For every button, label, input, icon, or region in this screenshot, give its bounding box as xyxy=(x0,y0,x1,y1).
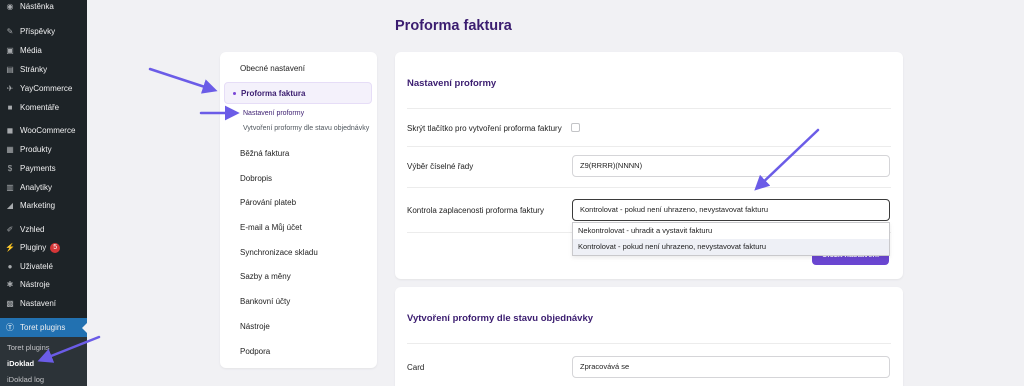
nav-item-proforma[interactable]: Proforma faktura xyxy=(224,82,372,104)
sidebar-item-products[interactable]: ▦ Produkty xyxy=(0,140,87,159)
sidebar-item-tools[interactable]: ✱ Nástroje xyxy=(0,275,87,294)
sidebar-item-dashboard[interactable]: ◉ Nástěnka xyxy=(0,0,87,16)
submenu-idoklad-log[interactable]: iDoklad log xyxy=(7,375,44,384)
sidebar-item-woocommerce[interactable]: ◼ WooCommerce xyxy=(0,121,87,140)
plugin-update-badge: 5 xyxy=(50,242,61,253)
hide-button-label: Skrýt tlačítko pro vytvoření proforma fa… xyxy=(407,124,562,133)
hide-button-checkbox[interactable] xyxy=(571,123,580,132)
payment-check-dropdown: Nekontrolovat - uhradit a vystavit faktu… xyxy=(572,222,890,256)
divider xyxy=(407,187,891,188)
sidebar-item-comments[interactable]: ■ Komentáře xyxy=(0,98,87,117)
nav-item-rates-currencies[interactable]: Sazby a měny xyxy=(240,272,291,281)
settings-icon: ▩ xyxy=(6,299,14,308)
admin-sidebar: ◉ Nástěnka ✎ Příspěvky ▣ Média ▤ Stránky… xyxy=(0,0,87,386)
nav-item-regular-invoice[interactable]: Běžná faktura xyxy=(240,149,289,158)
sidebar-item-marketing[interactable]: ◢ Marketing xyxy=(0,196,87,215)
sidebar-item-appearance[interactable]: ✐ Vzhled xyxy=(0,220,87,239)
option-check[interactable]: Kontrolovat - pokud není uhrazeno, nevys… xyxy=(573,239,889,255)
users-icon: ● xyxy=(7,262,13,271)
marketing-icon: ◢ xyxy=(6,201,14,210)
sidebar-item-settings[interactable]: ▩ Nastavení xyxy=(0,294,87,313)
sidebar-item-users[interactable]: ● Uživatelé xyxy=(0,257,87,276)
woo-icon: ◼ xyxy=(6,126,14,135)
submenu-toret-plugins[interactable]: Toret plugins xyxy=(7,343,50,352)
analytics-icon: ▥ xyxy=(6,183,14,192)
divider xyxy=(407,108,891,109)
toret-icon: Ⓣ xyxy=(6,323,14,332)
nav-item-general[interactable]: Obecné nastavení xyxy=(240,64,305,73)
sidebar-item-pages[interactable]: ▤ Stránky xyxy=(0,60,87,79)
sidebar-item-toret-plugins[interactable]: Ⓣ Toret plugins xyxy=(0,318,87,337)
plugin-icon: ⚡ xyxy=(5,243,15,252)
submenu-idoklad[interactable]: iDoklad xyxy=(7,359,34,368)
dashboard-icon: ◉ xyxy=(6,2,14,11)
sidebar-item-analytics[interactable]: ▥ Analytiky xyxy=(0,178,87,197)
nav-item-credit-note[interactable]: Dobropis xyxy=(240,174,272,183)
nav-sub-proforma-settings[interactable]: Nastavení proformy xyxy=(243,110,304,117)
nav-item-payment-matching[interactable]: Párování plateb xyxy=(240,198,296,207)
payment-check-label: Kontrola zaplacenosti proforma faktury xyxy=(407,206,544,215)
option-no-check[interactable]: Nekontrolovat - uhradit a vystavit faktu… xyxy=(573,223,889,239)
pin-icon: ✎ xyxy=(6,27,14,36)
card-status-label: Card xyxy=(407,363,425,372)
number-series-label: Výběr číselné řady xyxy=(407,162,474,171)
sidebar-submenu: Toret plugins iDoklad iDoklad log xyxy=(0,337,87,386)
nav-item-bank-accounts[interactable]: Bankovní účty xyxy=(240,297,290,306)
nav-sub-proforma-by-status[interactable]: Vytvoření proformy dle stavu objednávky xyxy=(243,125,369,132)
yay-icon: ✈ xyxy=(6,84,14,93)
page-title: Proforma faktura xyxy=(395,18,512,34)
nav-item-support[interactable]: Podpora xyxy=(240,347,270,356)
wrench-icon: ✱ xyxy=(6,280,14,289)
divider xyxy=(407,343,891,344)
proforma-by-status-card: Vytvoření proformy dle stavu objednávky … xyxy=(395,287,903,386)
nav-item-stock-sync[interactable]: Synchronizace skladu xyxy=(240,248,318,257)
sidebar-item-plugins[interactable]: ⚡ Pluginy 5 xyxy=(0,238,87,257)
brush-icon: ✐ xyxy=(6,225,14,234)
arrow-to-proforma-nav xyxy=(148,67,218,94)
pages-icon: ▤ xyxy=(6,65,14,74)
sidebar-item-yaycommerce[interactable]: ✈ YayCommerce xyxy=(0,79,87,98)
nav-item-tools[interactable]: Nástroje xyxy=(240,322,270,331)
payments-icon: $ xyxy=(7,164,13,173)
sidebar-item-media[interactable]: ▣ Média xyxy=(0,41,87,60)
section-title-settings: Nastavení proformy xyxy=(407,78,497,89)
products-icon: ▦ xyxy=(6,145,14,154)
sidebar-item-payments[interactable]: $ Payments xyxy=(0,159,87,178)
payment-check-select[interactable]: Kontrolovat - pokud není uhrazeno, nevys… xyxy=(572,199,890,221)
sidebar-item-posts[interactable]: ✎ Příspěvky xyxy=(0,22,87,41)
number-series-input[interactable]: Z9(RRRR)(NNNN) xyxy=(572,155,890,177)
divider xyxy=(407,146,891,147)
comments-icon: ■ xyxy=(7,103,13,112)
nav-item-email-account[interactable]: E-mail a Můj účet xyxy=(240,223,302,232)
active-dot-icon xyxy=(233,92,236,95)
card-status-select[interactable]: Zpracovává se xyxy=(572,356,890,378)
settings-nav: Obecné nastavení Proforma faktura Nastav… xyxy=(220,52,377,368)
media-icon: ▣ xyxy=(6,46,14,55)
section-title-by-status: Vytvoření proformy dle stavu objednávky xyxy=(407,313,594,324)
proforma-settings-card: Nastavení proformy Skrýt tlačítko pro vy… xyxy=(395,52,903,279)
